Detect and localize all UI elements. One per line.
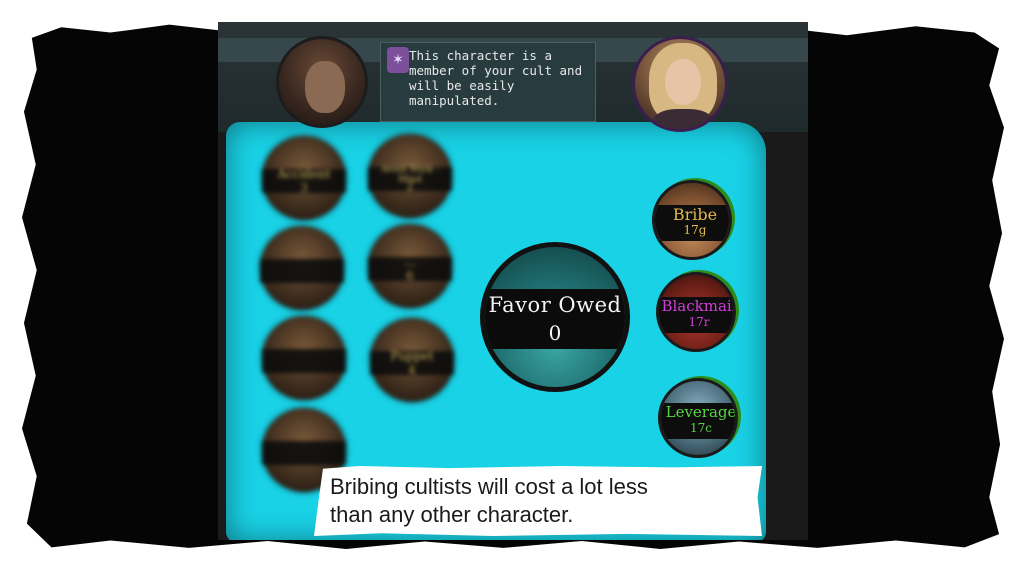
caption-line-2: than any other character. (330, 502, 574, 527)
bribe-label: Bribe (672, 205, 718, 224)
token-value: 6 (406, 269, 414, 283)
portrait-body (653, 109, 713, 129)
favor-title: Favor Owed (488, 293, 622, 317)
favor-value: 0 (548, 321, 562, 345)
token-value: 4 (408, 363, 416, 377)
portrait-face (305, 61, 345, 113)
option-token-accident[interactable]: Accident 3 (262, 136, 346, 220)
caption-line-1: Bribing cultists will cost a lot less (330, 474, 648, 499)
option-token-avoid-work[interactable]: Avoid Work - Mind 2 (368, 134, 452, 218)
target-character-portrait[interactable] (632, 36, 728, 132)
leverage-button[interactable]: Leverage 17c (658, 378, 738, 458)
caption-box: Bribing cultists will cost a lot less th… (314, 466, 762, 536)
option-token-puppet[interactable]: Puppet 4 (370, 318, 454, 402)
player-portrait[interactable] (276, 36, 368, 128)
portrait-face (665, 59, 701, 105)
token-value: 2 (406, 179, 414, 193)
option-token-six[interactable]: ... 6 (368, 224, 452, 308)
bribe-cost: 17g (683, 223, 707, 237)
game-screen: ✶ This character is a member of your cul… (218, 22, 808, 540)
token-band (262, 349, 346, 373)
token-label: Puppet (390, 349, 434, 363)
option-token[interactable] (260, 226, 344, 310)
token-band (260, 259, 344, 283)
tooltip-text: This character is a member of your cult … (409, 48, 583, 108)
bribe-button[interactable]: Bribe 17g (652, 180, 732, 260)
leverage-cost: 17c (690, 421, 712, 435)
leverage-label: Leverage (665, 403, 737, 421)
blackmail-label: Blackmail (661, 297, 736, 315)
token-label: ... (404, 255, 416, 269)
blackmail-cost: 17r (688, 315, 710, 329)
blackmail-button[interactable]: Blackmail 17r (656, 272, 736, 352)
token-value: 3 (300, 181, 308, 195)
cult-icon: ✶ (387, 47, 409, 73)
cult-member-tooltip: ✶ This character is a member of your cul… (380, 42, 596, 122)
token-label: Accident (277, 167, 331, 181)
option-token[interactable] (262, 316, 346, 400)
favor-owed-dial: Favor Owed 0 (480, 242, 630, 392)
token-band (262, 441, 346, 465)
